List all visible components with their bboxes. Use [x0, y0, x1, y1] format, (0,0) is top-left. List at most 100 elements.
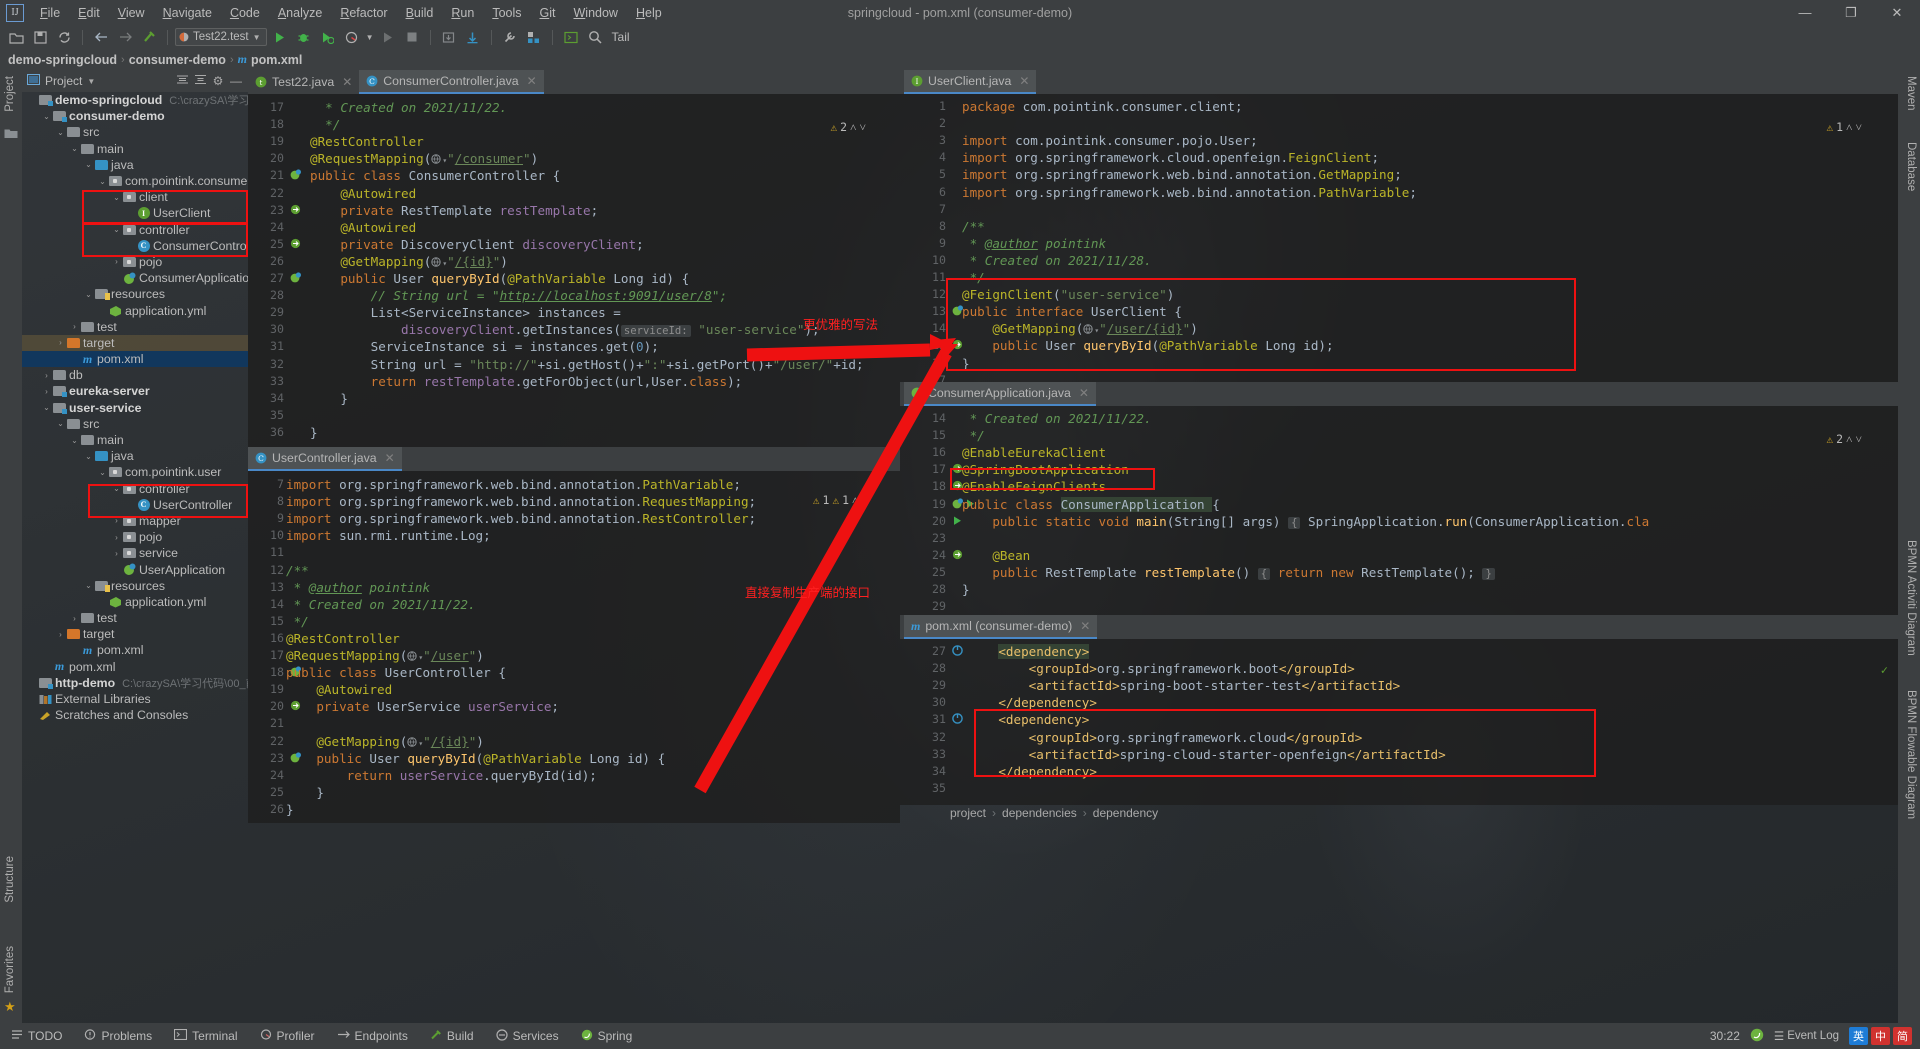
search-icon[interactable]: [584, 27, 606, 47]
code-line[interactable]: @SpringBootApplication: [962, 462, 1129, 477]
build-hammer-icon[interactable]: [138, 27, 160, 47]
tree-node-test[interactable]: › test: [22, 319, 248, 335]
code-line[interactable]: }: [310, 391, 348, 406]
next-problem-icon[interactable]: ˅: [1856, 120, 1863, 134]
code-line[interactable]: @EnableEurekaClient: [962, 445, 1106, 460]
tree-expand-arrow[interactable]: ⌄: [83, 160, 94, 169]
status-bar-profiler[interactable]: Profiler: [249, 1023, 326, 1049]
expand-all-icon[interactable]: [193, 74, 207, 88]
project-folder-icon[interactable]: [4, 126, 18, 144]
tool-window-database[interactable]: Database: [1905, 142, 1917, 191]
code-line[interactable]: }: [962, 582, 970, 597]
menu-build[interactable]: Build: [397, 3, 443, 23]
tree-expand-arrow[interactable]: ⌄: [55, 128, 66, 137]
code-line[interactable]: List<ServiceInstance> instances =: [310, 305, 621, 320]
tree-expand-arrow[interactable]: ›: [69, 322, 80, 331]
code-line[interactable]: public class ConsumerApplication {: [962, 496, 1220, 512]
status-bar-spring[interactable]: Spring: [570, 1023, 644, 1049]
prev-problem-icon[interactable]: ˄: [1846, 120, 1853, 134]
code-line[interactable]: // String url = "http://localhost:9091/u…: [310, 288, 727, 303]
code-line[interactable]: public User queryById(@PathVariable Long…: [310, 271, 689, 286]
code-line[interactable]: public interface UserClient {: [962, 304, 1182, 319]
tree-node-user-service[interactable]: ⌄ user-service: [22, 400, 248, 416]
tool-window-favorites[interactable]: Favorites: [4, 946, 16, 993]
tree-expand-arrow[interactable]: ⌄: [41, 112, 52, 121]
prev-problem-icon[interactable]: ˄: [852, 493, 859, 507]
close-icon[interactable]: ✕: [1080, 619, 1090, 633]
tail-label[interactable]: Tail: [612, 30, 630, 44]
menu-edit[interactable]: Edit: [69, 3, 109, 23]
gutter-maven-icon[interactable]: [952, 713, 963, 727]
ime-english[interactable]: 英: [1849, 1027, 1868, 1045]
gutter-spring-icon[interactable]: [290, 272, 301, 286]
tree-expand-arrow[interactable]: ›: [111, 257, 122, 266]
close-button[interactable]: ✕: [1874, 0, 1920, 25]
code-line[interactable]: <artifactId>spring-boot-starter-test</ar…: [968, 678, 1401, 693]
code-line[interactable]: <dependency>: [968, 644, 1090, 659]
tree-node-consumer-demo[interactable]: ⌄ consumer-demo: [22, 108, 248, 124]
code-consumer-controller[interactable]: ⚠ 2 ˄ ˅ 17 * Created on 2021/11/22. 18 */…: [248, 94, 900, 447]
code-line[interactable]: <dependency>: [968, 712, 1089, 727]
tree-expand-arrow[interactable]: ›: [111, 549, 122, 558]
ime-indicator[interactable]: 英 中 简: [1849, 1027, 1912, 1045]
tree-node-src[interactable]: ⌄ src: [22, 124, 248, 140]
breadcrumb-item-0[interactable]: demo-springcloud: [8, 53, 117, 67]
code-line[interactable]: }: [286, 785, 324, 800]
tab-pom-xml[interactable]: m pom.xml (consumer-demo) ✕: [904, 615, 1098, 639]
code-line[interactable]: @Bean: [962, 548, 1030, 563]
status-bar-problems[interactable]: Problems: [73, 1023, 163, 1049]
tree-node-pom-xml[interactable]: m pom.xml: [22, 659, 248, 675]
tree-node-java[interactable]: ⌄ java: [22, 157, 248, 173]
code-line[interactable]: public class ConsumerController {: [310, 168, 560, 183]
sync-icon[interactable]: [53, 27, 75, 47]
code-line[interactable]: @RequestMapping(▾"/user"): [286, 648, 484, 663]
code-line[interactable]: import org.springframework.web.bind.anno…: [962, 167, 1402, 182]
code-line[interactable]: * @author pointink: [286, 580, 431, 595]
code-line[interactable]: * Created on 2021/11/28.: [962, 253, 1152, 268]
tree-expand-arrow[interactable]: ›: [41, 371, 52, 380]
xml-breadcrumb-dependencies[interactable]: dependencies: [1002, 806, 1077, 820]
code-line[interactable]: private UserService userService;: [286, 699, 559, 714]
tree-expand-arrow[interactable]: ⌄: [55, 419, 66, 428]
tree-expand-arrow[interactable]: ⌄: [97, 468, 108, 477]
tree-node-client[interactable]: ⌄ client: [22, 189, 248, 205]
code-line[interactable]: }: [310, 425, 318, 440]
tree-node-com-pointink-consumer[interactable]: ⌄ com.pointink.consumer: [22, 173, 248, 189]
gutter-bean-icon[interactable]: [290, 204, 301, 218]
wrench-icon[interactable]: [499, 27, 521, 47]
tree-node-target[interactable]: › target: [22, 626, 248, 642]
code-line[interactable]: public User queryById(@PathVariable Long…: [962, 338, 1333, 353]
tree-node-consumercontroller[interactable]: CConsumerController: [22, 238, 248, 254]
tree-expand-arrow[interactable]: ›: [41, 387, 52, 396]
code-line[interactable]: <groupId>org.springframework.cloud</grou…: [968, 730, 1363, 745]
commit-icon[interactable]: [462, 27, 484, 47]
tree-expand-arrow[interactable]: ›: [69, 614, 80, 623]
spring-status-icon[interactable]: [1750, 1028, 1764, 1045]
tool-window-bpmn-flowable[interactable]: BPMN Flowable Diagram: [1905, 690, 1917, 819]
code-line[interactable]: @GetMapping(▾"/{id}"): [310, 254, 508, 269]
ime-chinese[interactable]: 中: [1871, 1027, 1890, 1045]
code-line[interactable]: @EnableFeignClients: [962, 479, 1106, 494]
tree-node-eureka-server[interactable]: › eureka-server: [22, 383, 248, 399]
code-pom-xml[interactable]: ✓ 27 <dependency> 28 <groupId>org.springf…: [900, 639, 1898, 805]
tree-expand-arrow[interactable]: ⌄: [69, 436, 80, 445]
open-folder-icon[interactable]: [5, 27, 27, 47]
menu-code[interactable]: Code: [221, 3, 269, 23]
tree-node-pojo[interactable]: › pojo: [22, 529, 248, 545]
close-icon[interactable]: ✕: [385, 451, 395, 465]
xml-breadcrumb-project[interactable]: project: [950, 806, 986, 820]
code-line[interactable]: private DiscoveryClient discoveryClient;: [310, 237, 643, 252]
status-bar-build[interactable]: Build: [419, 1023, 485, 1049]
code-user-client[interactable]: ⚠ 1 ˄ ˅ 1 package com.pointink.consumer.c…: [900, 94, 1898, 382]
tree-expand-arrow[interactable]: ⌄: [83, 290, 94, 299]
tab-consumer-application[interactable]: ConsumerApplication.java ✕: [904, 382, 1096, 406]
save-icon[interactable]: [29, 27, 51, 47]
code-line[interactable]: import org.springframework.web.bind.anno…: [286, 494, 756, 509]
tree-expand-arrow[interactable]: ›: [111, 516, 122, 525]
tab-user-client[interactable]: I UserClient.java ✕: [904, 70, 1037, 94]
tree-node-main[interactable]: ⌄ main: [22, 141, 248, 157]
tree-node-db[interactable]: › db: [22, 367, 248, 383]
code-line[interactable]: @RequestMapping(▾"/consumer"): [310, 151, 538, 166]
close-icon[interactable]: ✕: [1079, 386, 1089, 400]
code-line[interactable]: package com.pointink.consumer.client;: [962, 99, 1243, 114]
